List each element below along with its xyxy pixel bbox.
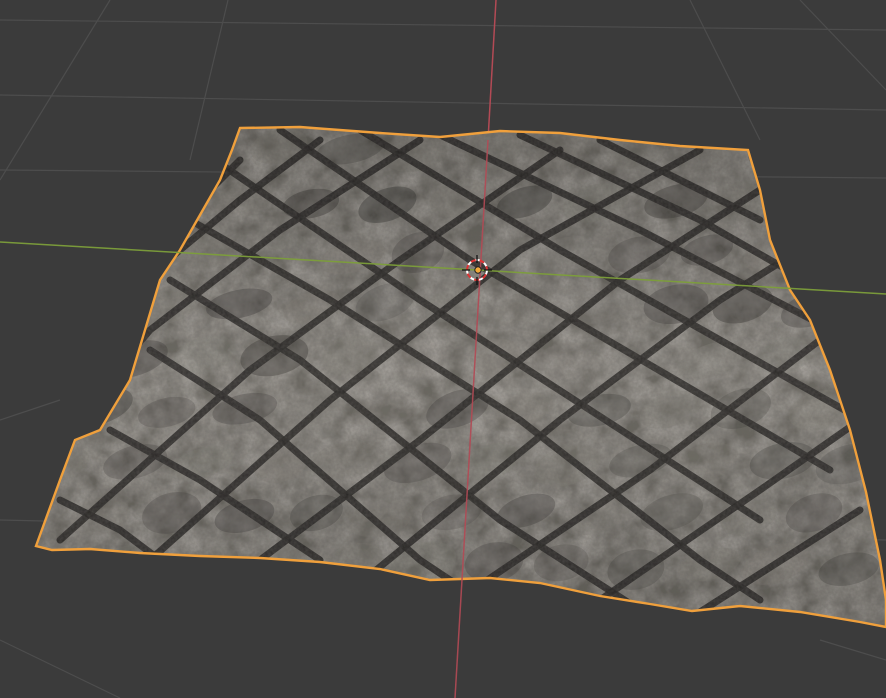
- 3d-viewport[interactable]: [0, 0, 886, 698]
- object-origin-dot-icon: [474, 266, 482, 274]
